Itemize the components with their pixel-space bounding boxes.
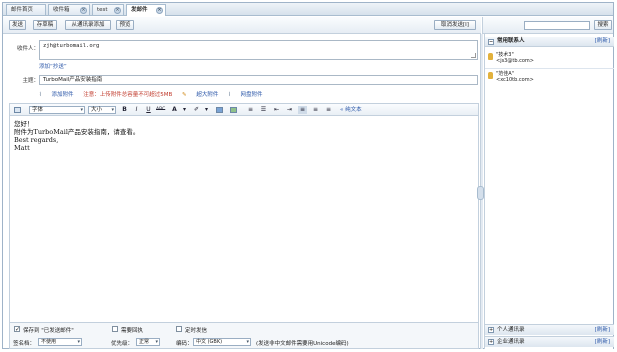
underline-button[interactable]: U xyxy=(144,106,153,114)
encoding-select[interactable]: 中文 (GBK) ▾ xyxy=(193,338,251,346)
scheduled-label: 定时发信 xyxy=(185,328,208,334)
netdisk-attachment-link[interactable]: 网盘附件 xyxy=(241,92,263,98)
font-color-button[interactable]: A xyxy=(170,106,179,114)
tab-bar: 邮件首页 收件箱 × test × 发邮件 × xyxy=(3,3,613,16)
format-toolbar: 字体 ▾ 大小 ▾ B I U ABC A ▾ ✐ ▾ ≡ ☰ ⇤ ⇥ ≡ ≡ ≡ … xyxy=(9,103,479,116)
divider xyxy=(485,68,614,69)
tab-close-icon[interactable]: × xyxy=(80,7,87,14)
size-select[interactable]: 大小 ▾ xyxy=(88,106,116,114)
insert-link-icon[interactable] xyxy=(216,107,223,113)
contact-item[interactable]: "范佳A" <xc10tb.com> xyxy=(488,71,610,85)
frequent-contacts-header[interactable]: − 常用联系人 [刷新] xyxy=(485,37,614,47)
contact-search-input[interactable] xyxy=(524,21,590,30)
refresh-enterprise-link[interactable]: [刷新] xyxy=(595,337,610,347)
priority-label: 优先级： xyxy=(111,341,134,347)
scheduled-checkbox[interactable] xyxy=(176,326,182,332)
refresh-personal-link[interactable]: [刷新] xyxy=(595,325,610,335)
to-label: 收件人： xyxy=(16,46,39,52)
save-to-sent-label: 保存到 "已发送邮件" xyxy=(23,328,74,334)
subject-label: 主题： xyxy=(22,78,39,84)
contacts-pane: − 常用联系人 [刷新] "技术3" <js3@tb.com> "范佳A" <x… xyxy=(484,34,614,349)
strike-button[interactable]: ABC xyxy=(156,106,165,114)
preview-button[interactable]: 预览 xyxy=(116,20,134,30)
message-editor[interactable]: 您好！ 附件为TurboMail产品安装指南，请查看。 Best regards… xyxy=(9,116,479,323)
body-line: Matt xyxy=(14,144,30,152)
to-field[interactable]: zjh@turbomail.org xyxy=(39,40,478,60)
personal-contacts-header[interactable]: + 个人通讯录 [刷新] xyxy=(485,324,614,335)
align-center-icon[interactable]: ≡ xyxy=(311,106,320,114)
contact-person-icon xyxy=(488,53,493,60)
paperclip-icon: ⌇ xyxy=(39,92,42,98)
body-line: 您好！ xyxy=(14,120,34,128)
tab-test[interactable]: test × xyxy=(92,4,124,15)
insert-image-icon[interactable] xyxy=(230,107,237,113)
cancel-send-button[interactable]: 取消发送[I] xyxy=(434,20,476,30)
tab-compose[interactable]: 发邮件 × xyxy=(126,4,166,16)
send-button[interactable]: 发送 xyxy=(9,20,26,30)
align-left-icon[interactable]: ≡ xyxy=(298,106,307,114)
attachment-row: ⌇ 添加附件 注意：上传附件总容量不可超过5MB ✎ 超大附件 ⌇ 网盘附件 xyxy=(39,90,271,98)
encoding-label: 编码： xyxy=(176,341,193,347)
tab-close-icon[interactable]: × xyxy=(156,7,163,14)
send-options: ✓ 保存到 "已发送邮件" 需要回执 定时发信 签名档： 不使用 ▾ 优先级： 正… xyxy=(9,323,479,349)
contact-search-bar: 搜索 xyxy=(482,17,613,34)
resize-handle-icon[interactable] xyxy=(471,53,476,58)
unordered-list-icon[interactable]: ☰ xyxy=(259,106,268,114)
font-select[interactable]: 字体 ▾ xyxy=(29,106,85,114)
need-receipt-checkbox[interactable] xyxy=(112,326,118,332)
large-attachment-icon: ✎ xyxy=(181,92,187,98)
highlight-icon[interactable]: ✐ xyxy=(192,106,201,114)
encoding-note: (发送非中文邮件需要用Unicode编码) xyxy=(256,341,349,347)
add-attachment-link[interactable]: 添加附件 xyxy=(51,92,73,98)
save-to-sent-checkbox[interactable]: ✓ xyxy=(14,326,20,333)
save-draft-button[interactable]: 存草稿 xyxy=(33,20,57,30)
contact-email: <js3@tb.com> xyxy=(496,58,534,64)
contact-email: <xc10tb.com> xyxy=(496,77,534,83)
plain-text-link[interactable]: « 纯文本 xyxy=(340,106,362,114)
contact-person-icon xyxy=(488,72,493,79)
app-window: 邮件首页 收件箱 × test × 发邮件 × 发送 存草稿 从通讯录添加 预览 取消… xyxy=(2,2,614,349)
body-line: 附件为TurboMail产品安装指南，请查看。 xyxy=(14,128,140,136)
body-line: Best regards, xyxy=(14,136,59,144)
tab-inbox[interactable]: 收件箱 × xyxy=(48,4,90,15)
tab-close-icon[interactable]: × xyxy=(114,7,121,14)
collapse-icon[interactable]: − xyxy=(488,39,494,45)
to-value: zjh@turbomail.org xyxy=(43,43,100,49)
highlight-dropdown-icon[interactable]: ▾ xyxy=(202,106,211,114)
signature-label: 签名档： xyxy=(13,341,36,347)
bold-button[interactable]: B xyxy=(120,106,129,114)
font-color-dropdown-icon[interactable]: ▾ xyxy=(180,106,189,114)
signature-select[interactable]: 不使用 ▾ xyxy=(38,338,82,346)
search-button[interactable]: 搜索 xyxy=(594,20,612,30)
tab-mail-home[interactable]: 邮件首页 xyxy=(6,4,46,15)
collapse-pane-icon[interactable] xyxy=(477,186,484,200)
attachment-size-note: 注意：上传附件总容量不可超过5MB xyxy=(83,92,173,98)
netdisk-icon: ⌇ xyxy=(228,92,231,98)
contact-item[interactable]: "技术3" <js3@tb.com> xyxy=(488,52,610,66)
italic-button[interactable]: I xyxy=(132,106,141,114)
compose-toolbar: 发送 存草稿 从通讯录添加 预览 取消发送[I] xyxy=(3,17,481,34)
align-right-icon[interactable]: ≡ xyxy=(324,106,333,114)
add-from-contacts-button[interactable]: 从通讯录添加 xyxy=(65,20,111,30)
expand-icon[interactable]: + xyxy=(488,339,494,345)
large-attachment-link[interactable]: 超大附件 xyxy=(196,92,218,98)
ordered-list-icon[interactable]: ≡ xyxy=(246,106,255,114)
refresh-contacts-link[interactable]: [刷新] xyxy=(595,37,610,46)
priority-select[interactable]: 正常 ▾ xyxy=(136,338,160,346)
add-cc-link[interactable]: 添加“抄送” xyxy=(39,62,67,70)
enterprise-contacts-header[interactable]: + 企业通讯录 [刷新] xyxy=(485,336,614,347)
indent-icon[interactable]: ⇥ xyxy=(285,106,294,114)
expand-icon[interactable]: + xyxy=(488,327,494,333)
subject-field[interactable]: TurboMail产品安装指南 xyxy=(39,75,478,85)
outdent-icon[interactable]: ⇤ xyxy=(272,106,281,114)
need-receipt-label: 需要回执 xyxy=(121,328,144,334)
format-toggle-icon[interactable] xyxy=(14,107,21,113)
